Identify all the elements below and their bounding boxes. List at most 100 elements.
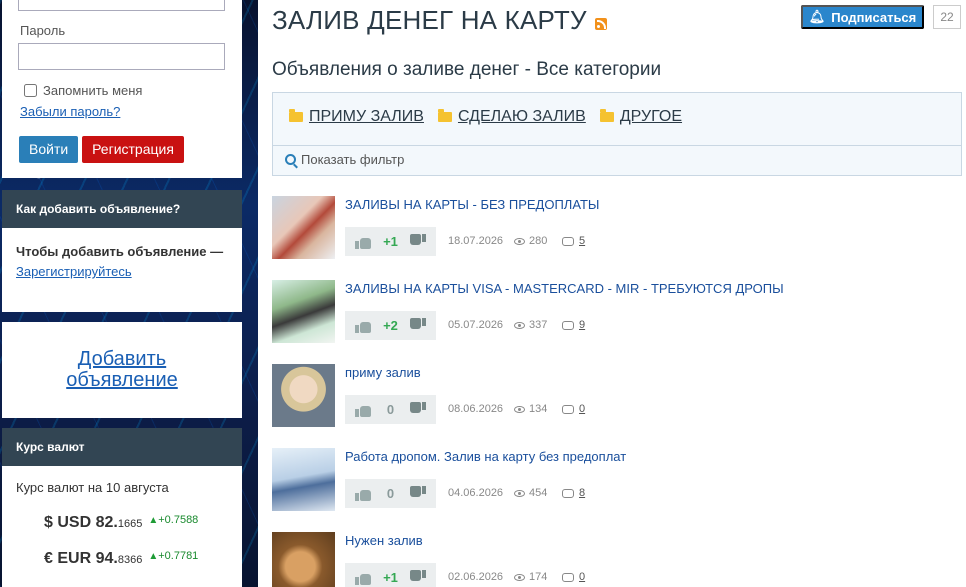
thumbs-down-icon[interactable]	[409, 234, 426, 249]
thumbs-up-icon[interactable]	[355, 570, 371, 585]
password-input[interactable]	[18, 43, 225, 70]
ad-rating: 0	[386, 486, 395, 501]
comment-icon	[562, 488, 574, 498]
login-input[interactable]	[18, 0, 225, 11]
eye-icon	[514, 321, 525, 329]
login-button[interactable]: Войти	[19, 136, 78, 163]
ad-title-link[interactable]: ЗАЛИВЫ НА КАРТЫ - БЕЗ ПРЕДОПЛАТЫ	[345, 197, 599, 212]
bell-icon: 🔔︎	[808, 9, 826, 24]
ad-thumbnail[interactable]	[272, 448, 335, 511]
ad-thumbnail[interactable]	[272, 280, 335, 343]
forgot-password-link[interactable]: Забыли пароль?	[20, 104, 120, 119]
add-ad-link[interactable]: Добавить объявление	[52, 349, 192, 391]
list-item: ЗАЛИВЫ НА КАРТЫ VISA - MASTERCARD - MIR …	[272, 280, 962, 350]
howto-body: Чтобы добавить объявление — Зарегистриру…	[2, 228, 242, 296]
ad-comments[interactable]: 9	[562, 319, 585, 331]
folder-icon	[599, 109, 614, 122]
ad-title-link[interactable]: ЗАЛИВЫ НА КАРТЫ VISA - MASTERCARD - MIR …	[345, 281, 784, 296]
page-title: ЗАЛИВ ДЕНЕГ НА КАРТУ	[272, 5, 607, 36]
ad-views: 454	[514, 487, 562, 499]
howto-text: Чтобы добавить объявление —	[16, 244, 224, 259]
howto-title: Как добавить объявление?	[2, 190, 242, 228]
ad-thumbnail[interactable]	[272, 196, 335, 259]
remember-me-checkbox[interactable]	[24, 84, 37, 97]
howto-panel: Как добавить объявление? Чтобы добавить …	[2, 190, 242, 312]
thumbs-up-icon[interactable]	[355, 318, 371, 333]
thumbs-up-icon[interactable]	[355, 234, 371, 249]
thumbs-down-icon[interactable]	[409, 318, 426, 333]
category-receive[interactable]: ПРИМУ ЗАЛИВ	[289, 108, 424, 126]
ad-rating: +2	[383, 318, 398, 333]
remember-me-label: Запомнить меня	[43, 83, 143, 98]
eye-icon	[514, 405, 525, 413]
thumbs-up-icon[interactable]	[355, 486, 371, 501]
vote-box: 0	[345, 395, 436, 424]
show-filter-toggle[interactable]: Показать фильтр	[285, 152, 404, 167]
comment-icon	[562, 404, 574, 414]
rss-icon[interactable]	[594, 17, 607, 30]
ad-meta: 08.06.2026 134 0	[448, 403, 585, 415]
ad-rating: 0	[386, 402, 395, 417]
thumbs-down-icon[interactable]	[409, 402, 426, 417]
arrow-up-icon: ▲	[148, 515, 159, 526]
sidebar: Пароль Запомнить меня Забыли пароль? Вой…	[0, 0, 258, 587]
vote-box: +1	[345, 563, 436, 587]
ad-views: 280	[514, 235, 562, 247]
main-content: ЗАЛИВ ДЕНЕГ НА КАРТУ 🔔︎ Подписаться 22 О…	[272, 0, 966, 587]
comment-icon	[562, 572, 574, 582]
ad-date: 04.06.2026	[448, 487, 504, 499]
rates-date: Курс валют на 10 августа	[16, 480, 169, 495]
ad-rating: +1	[383, 234, 398, 249]
ad-comments[interactable]: 5	[562, 235, 585, 247]
ad-meta: 04.06.2026 454 8	[448, 487, 585, 499]
category-list: ПРИМУ ЗАЛИВ СДЕЛАЮ ЗАЛИВ ДРУГОЕ	[289, 108, 682, 126]
rate-change: ▲+0.7588	[148, 514, 199, 526]
ad-title-link[interactable]: Работа дропом. Залив на карту без предоп…	[345, 449, 626, 464]
ad-thumbnail[interactable]	[272, 532, 335, 587]
rate-value: € EUR 94.8366	[44, 550, 143, 567]
divider	[273, 145, 961, 146]
category-make[interactable]: СДЕЛАЮ ЗАЛИВ	[437, 108, 586, 126]
rate-eur: € EUR 94.8366 ▲+0.7781	[44, 550, 198, 568]
rates-title: Курс валют	[2, 428, 242, 466]
list-item: приму залив 0 08.06.2026 134 0	[272, 364, 962, 434]
list-item: Работа дропом. Залив на карту без предоп…	[272, 448, 962, 518]
rates-panel: Курс валют Курс валют на 10 августа $ US…	[2, 428, 242, 587]
ad-comments[interactable]: 0	[562, 571, 585, 583]
ad-meta: 18.07.2026 280 5	[448, 235, 585, 247]
login-panel: Пароль Запомнить меня Забыли пароль? Вой…	[2, 0, 242, 178]
ad-meta: 05.07.2026 337 9	[448, 319, 585, 331]
category-box: ПРИМУ ЗАЛИВ СДЕЛАЮ ЗАЛИВ ДРУГОЕ Показать…	[272, 92, 962, 176]
subscriber-count: 22	[933, 5, 961, 29]
category-other[interactable]: ДРУГОЕ	[599, 108, 682, 126]
password-label: Пароль	[20, 23, 66, 38]
ad-date: 02.06.2026	[448, 571, 504, 583]
register-button[interactable]: Регистрация	[82, 136, 184, 163]
register-link[interactable]: Зарегистрируйтесь	[16, 264, 132, 279]
ad-date: 18.07.2026	[448, 235, 504, 247]
ad-comments[interactable]: 0	[562, 403, 585, 415]
section-title: Объявления о заливе денег - Все категори…	[272, 59, 662, 80]
vote-box: +2	[345, 311, 436, 340]
add-ad-panel: Добавить объявление	[2, 322, 242, 418]
thumbs-up-icon[interactable]	[355, 402, 371, 417]
thumbs-down-icon[interactable]	[409, 570, 426, 585]
ad-thumbnail[interactable]	[272, 364, 335, 427]
eye-icon	[514, 489, 525, 497]
ad-title-link[interactable]: приму залив	[345, 365, 421, 380]
arrow-up-icon: ▲	[148, 551, 159, 562]
ad-views: 337	[514, 319, 562, 331]
remember-me[interactable]: Запомнить меня	[24, 83, 142, 98]
eye-icon	[514, 573, 525, 581]
folder-icon	[289, 109, 303, 122]
rate-value: $ USD 82.1665	[44, 514, 143, 531]
rate-change: ▲+0.7781	[148, 550, 199, 562]
comment-icon	[562, 236, 574, 246]
ad-comments[interactable]: 8	[562, 487, 585, 499]
ad-title-link[interactable]: Нужен залив	[345, 533, 423, 548]
vote-box: +1	[345, 227, 436, 256]
subscribe-button[interactable]: 🔔︎ Подписаться	[801, 5, 924, 29]
thumbs-down-icon[interactable]	[409, 486, 426, 501]
folder-icon	[437, 109, 452, 122]
search-icon	[285, 154, 296, 165]
